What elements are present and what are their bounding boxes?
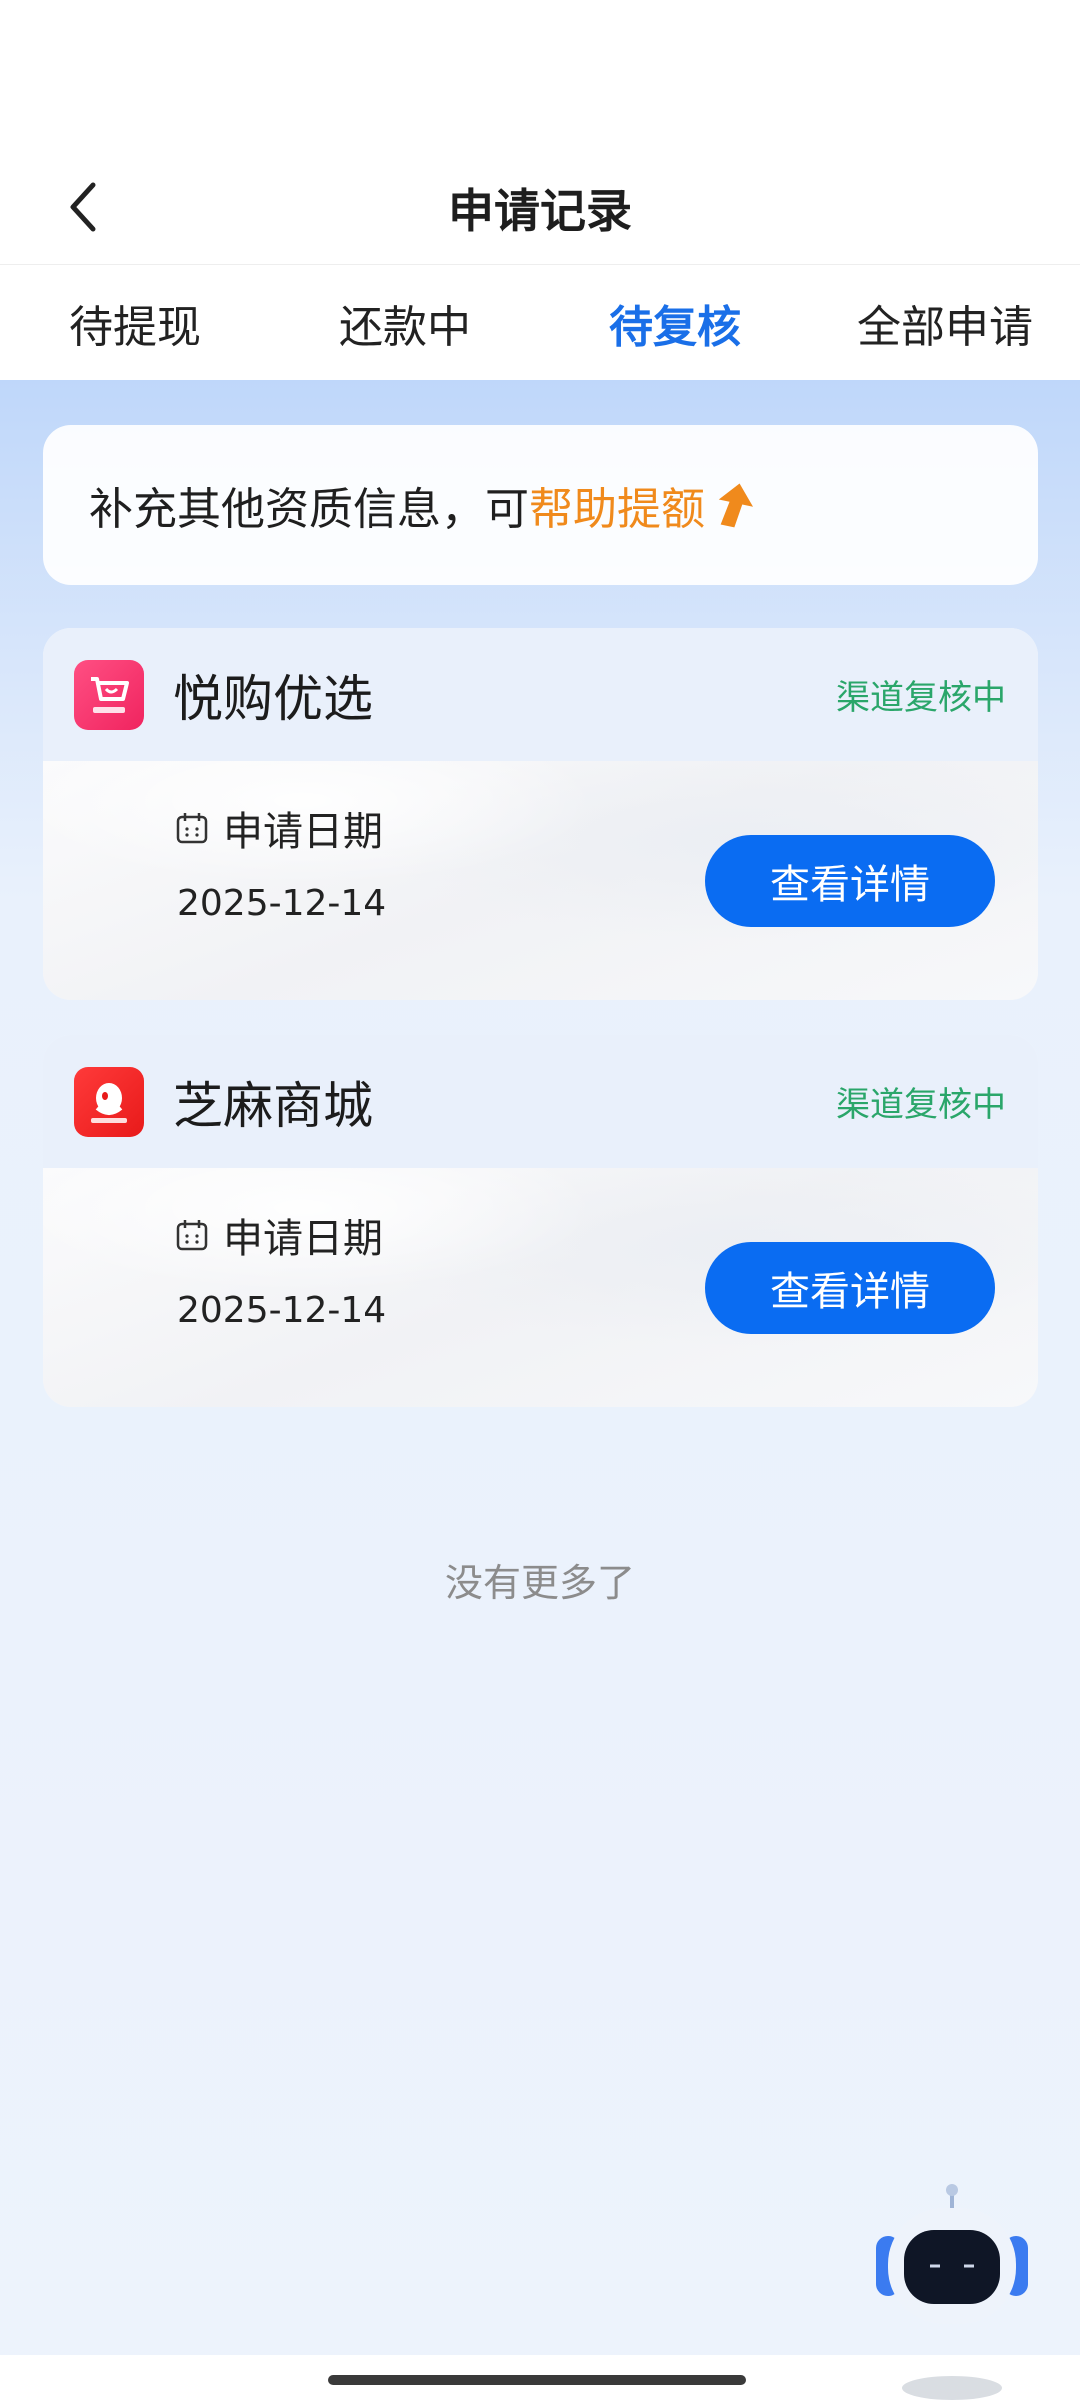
mascot-icon [91, 1083, 127, 1123]
home-indicator[interactable] [328, 2375, 746, 2385]
record-card-header: 悦购优选 渠道复核中 [43, 628, 1038, 761]
record-card-body: 申请日期 2025-12-14 查看详情 [43, 761, 1038, 1000]
no-more-text: 没有更多了 [444, 1561, 635, 1605]
date-label: 申请日期 [175, 1210, 383, 1262]
record-card: 芝麻商城 渠道复核中 申请日期 2025-12-14 查看详情 [43, 1035, 1038, 1407]
shopping-cart-icon [91, 677, 129, 713]
date-label-text: 申请日期 [223, 809, 383, 855]
promo-banner[interactable]: 补充其他资质信息，可 帮助提额 [43, 425, 1038, 585]
view-details-button[interactable]: 查看详情 [705, 835, 995, 927]
page-title: 申请记录 [448, 183, 632, 238]
record-card: 悦购优选 渠道复核中 申请日期 2025-12-14 查看详情 [43, 628, 1038, 1000]
tab-all-applications[interactable]: 全部申请 [810, 265, 1080, 380]
promo-text: 补充其他资质信息，可 [89, 484, 529, 535]
tab-pending-withdrawal[interactable]: 待提现 [0, 265, 270, 380]
promo-highlight: 帮助提额 [529, 484, 705, 535]
merchant-logo [74, 1067, 144, 1137]
date-label: 申请日期 [175, 803, 383, 855]
merchant-name: 芝麻商城 [173, 1076, 373, 1135]
status-badge: 渠道复核中 [836, 678, 1006, 718]
status-bar [0, 0, 1080, 150]
arrow-up-icon [715, 481, 755, 529]
calendar-icon [175, 811, 209, 845]
content-area: 补充其他资质信息，可 帮助提额 悦购优选 渠道复核中 申请日期 2025-12-… [0, 380, 1080, 2400]
merchant-name: 悦购优选 [173, 669, 373, 728]
date-value: 2025-12-14 [177, 1290, 387, 1331]
merchant-logo [74, 660, 144, 730]
calendar-icon [175, 1218, 209, 1252]
date-label-text: 申请日期 [223, 1216, 383, 1262]
status-badge: 渠道复核中 [836, 1085, 1006, 1125]
record-card-body: 申请日期 2025-12-14 查看详情 [43, 1168, 1038, 1407]
tab-bar: 待提现 还款中 待复核 全部申请 [0, 265, 1080, 380]
tab-pending-review[interactable]: 待复核 [540, 265, 810, 380]
date-value: 2025-12-14 [177, 883, 387, 924]
view-details-button[interactable]: 查看详情 [705, 1242, 995, 1334]
header: 申请记录 [0, 150, 1080, 265]
robot-assistant-icon[interactable] [872, 2182, 1032, 2400]
record-card-header: 芝麻商城 渠道复核中 [43, 1035, 1038, 1168]
tab-repaying[interactable]: 还款中 [270, 265, 540, 380]
